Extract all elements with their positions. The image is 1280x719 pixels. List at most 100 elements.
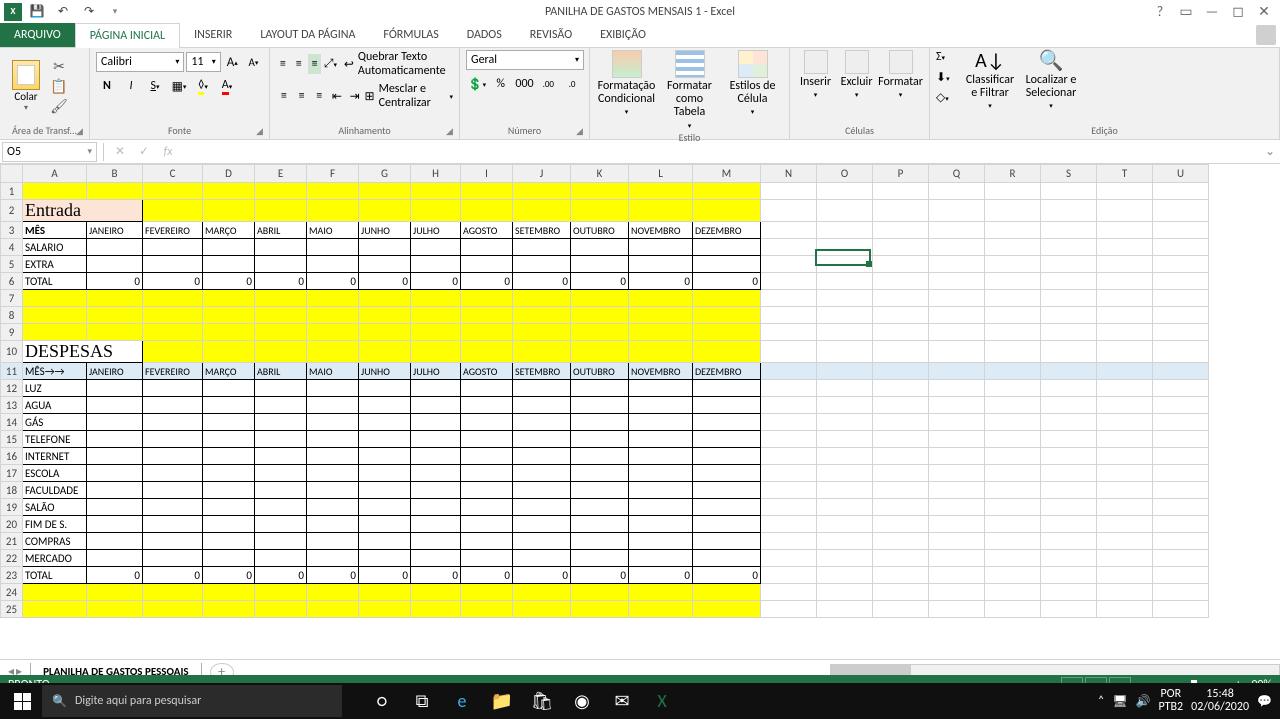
- format-cells-button[interactable]: Formatar▾: [878, 50, 923, 99]
- data-cell[interactable]: [143, 397, 203, 414]
- col-header[interactable]: P: [873, 165, 929, 183]
- row-header[interactable]: 16: [1, 448, 23, 465]
- col-header[interactable]: C: [143, 165, 203, 183]
- font-size-select[interactable]: 11▾: [186, 52, 220, 72]
- total-label[interactable]: TOTAL: [23, 567, 87, 584]
- row-header[interactable]: 25: [1, 601, 23, 618]
- data-cell[interactable]: [203, 465, 255, 482]
- data-cell[interactable]: [255, 465, 307, 482]
- data-cell[interactable]: [693, 414, 761, 431]
- expand-formula-bar-icon[interactable]: ⌄: [1260, 144, 1280, 159]
- data-cell[interactable]: [513, 533, 571, 550]
- row-header[interactable]: 21: [1, 533, 23, 550]
- data-cell[interactable]: [693, 465, 761, 482]
- data-cell[interactable]: [307, 256, 359, 273]
- font-name-select[interactable]: Calibri▾: [96, 52, 184, 72]
- total-cell[interactable]: 0: [307, 273, 359, 290]
- data-cell[interactable]: [307, 239, 359, 256]
- data-cell[interactable]: [143, 380, 203, 397]
- data-cell[interactable]: [513, 465, 571, 482]
- month-header[interactable]: JANEIRO: [87, 363, 143, 380]
- data-cell[interactable]: [629, 397, 693, 414]
- data-cell[interactable]: [203, 239, 255, 256]
- total-cell[interactable]: 0: [461, 273, 513, 290]
- data-cell[interactable]: [513, 239, 571, 256]
- comma-icon[interactable]: 000: [514, 74, 536, 94]
- data-cell[interactable]: [629, 499, 693, 516]
- data-cell[interactable]: [571, 499, 629, 516]
- enter-formula-icon[interactable]: ✓: [132, 144, 156, 159]
- data-cell[interactable]: [203, 482, 255, 499]
- data-cell[interactable]: [143, 516, 203, 533]
- total-cell[interactable]: 0: [571, 567, 629, 584]
- row-header[interactable]: 12: [1, 380, 23, 397]
- data-cell[interactable]: [461, 465, 513, 482]
- decrease-font-icon[interactable]: A▾: [244, 52, 263, 72]
- percent-icon[interactable]: %: [490, 74, 512, 94]
- file-explorer-icon[interactable]: 📁: [484, 683, 520, 719]
- data-cell[interactable]: [203, 414, 255, 431]
- month-header[interactable]: OUTUBRO: [571, 222, 629, 239]
- data-cell[interactable]: [307, 397, 359, 414]
- data-cell[interactable]: [411, 550, 461, 567]
- month-header[interactable]: MAIO: [307, 222, 359, 239]
- data-cell[interactable]: [87, 431, 143, 448]
- total-cell[interactable]: 0: [307, 567, 359, 584]
- cancel-formula-icon[interactable]: ✕: [108, 144, 132, 159]
- data-cell[interactable]: [307, 414, 359, 431]
- tray-volume-icon[interactable]: 🔊: [1136, 694, 1151, 709]
- month-header[interactable]: NOVEMBRO: [629, 222, 693, 239]
- month-header[interactable]: JANEIRO: [87, 222, 143, 239]
- total-cell[interactable]: 0: [359, 273, 411, 290]
- data-cell[interactable]: [307, 482, 359, 499]
- data-cell[interactable]: [203, 550, 255, 567]
- tab-insert[interactable]: INSERIR: [180, 23, 246, 47]
- row-header[interactable]: 19: [1, 499, 23, 516]
- data-cell[interactable]: [411, 397, 461, 414]
- data-cell[interactable]: [629, 256, 693, 273]
- month-header[interactable]: DEZEMBRO: [693, 222, 761, 239]
- data-cell[interactable]: [693, 448, 761, 465]
- col-header[interactable]: D: [203, 165, 255, 183]
- data-cell[interactable]: [461, 448, 513, 465]
- data-cell[interactable]: [571, 414, 629, 431]
- decrease-decimal-icon[interactable]: .0: [561, 74, 583, 94]
- data-cell[interactable]: [629, 414, 693, 431]
- data-cell[interactable]: [143, 256, 203, 273]
- data-cell[interactable]: [411, 256, 461, 273]
- conditional-formatting-button[interactable]: Formatação Condicional▾: [596, 50, 657, 129]
- total-cell[interactable]: 0: [513, 567, 571, 584]
- data-cell[interactable]: [307, 448, 359, 465]
- col-header[interactable]: L: [629, 165, 693, 183]
- data-cell[interactable]: [255, 256, 307, 273]
- data-cell[interactable]: [203, 380, 255, 397]
- despesa-row-label[interactable]: LUZ: [23, 380, 87, 397]
- total-cell[interactable]: 0: [255, 567, 307, 584]
- total-cell[interactable]: 0: [513, 273, 571, 290]
- insert-cells-button[interactable]: Inserir▾: [796, 50, 835, 99]
- fill-icon[interactable]: ⬇▾: [936, 70, 958, 88]
- data-cell[interactable]: [629, 482, 693, 499]
- format-as-table-button[interactable]: Formatar como Tabela▾: [659, 50, 720, 129]
- row-header[interactable]: 14: [1, 414, 23, 431]
- data-cell[interactable]: [571, 448, 629, 465]
- data-cell[interactable]: [255, 499, 307, 516]
- data-cell[interactable]: [359, 533, 411, 550]
- dialog-launcher-icon[interactable]: ◢: [446, 126, 456, 136]
- tray-clock[interactable]: 15:4802/06/2020: [1191, 688, 1249, 714]
- data-cell[interactable]: [411, 465, 461, 482]
- data-cell[interactable]: [571, 482, 629, 499]
- data-cell[interactable]: [359, 431, 411, 448]
- data-cell[interactable]: [87, 550, 143, 567]
- ribbon-options-icon[interactable]: ▭: [1174, 3, 1198, 21]
- delete-cells-button[interactable]: Excluir▾: [837, 50, 876, 99]
- month-header[interactable]: SETEMBRO: [513, 363, 571, 380]
- month-header[interactable]: JUNHO: [359, 222, 411, 239]
- cut-icon[interactable]: ✂: [48, 57, 70, 75]
- data-cell[interactable]: [513, 499, 571, 516]
- col-header[interactable]: K: [571, 165, 629, 183]
- data-cell[interactable]: [359, 380, 411, 397]
- data-cell[interactable]: [307, 431, 359, 448]
- despesa-row-label[interactable]: SALÃO: [23, 499, 87, 516]
- row-header[interactable]: 6: [1, 273, 23, 290]
